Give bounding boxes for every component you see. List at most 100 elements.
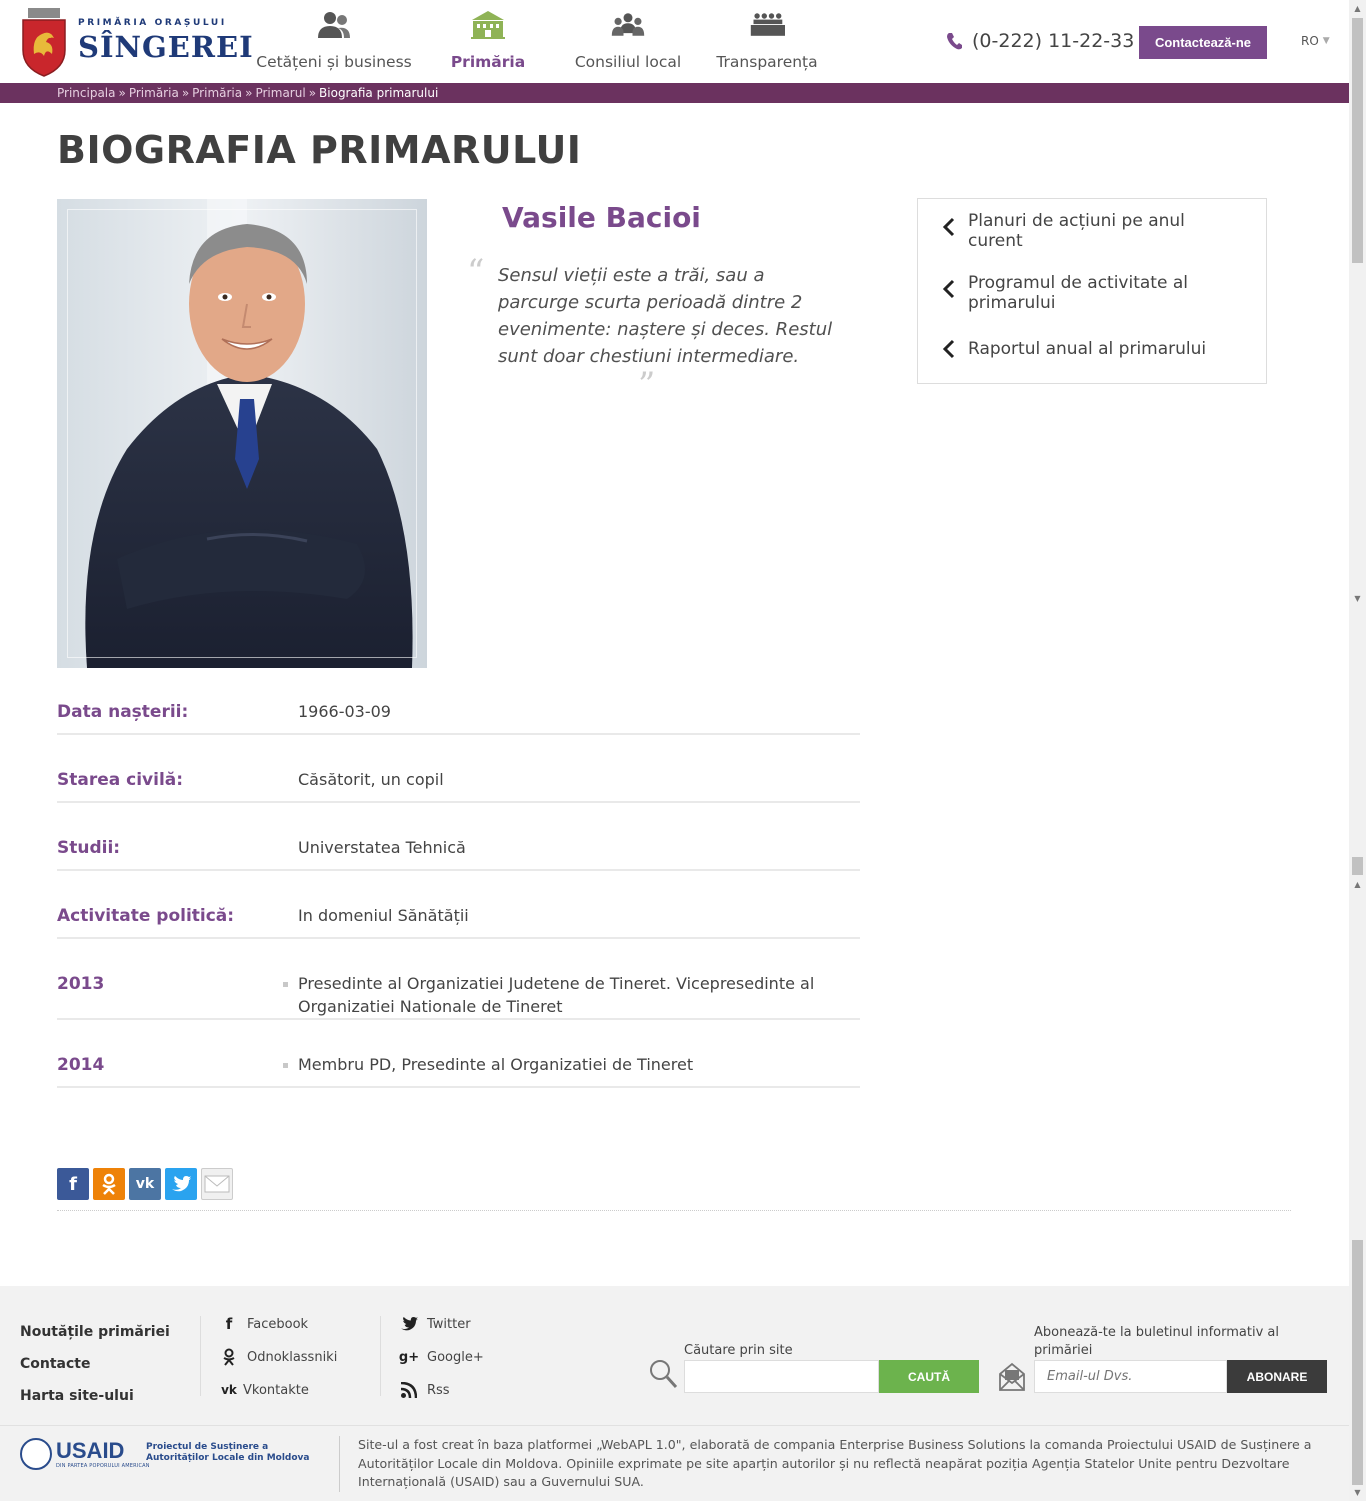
- footer-facebook-link[interactable]: f Facebook: [219, 1314, 308, 1334]
- info-value: Membru PD, Presedinte al Organizatiei de…: [298, 1055, 694, 1074]
- footer-divider: [380, 1316, 381, 1396]
- breadcrumb-current: Biografia primarului: [319, 86, 439, 100]
- newsletter-icon: [999, 1362, 1025, 1391]
- breadcrumb-bar: Principala» Primăria» Primăria» Primarul» Bi…: [0, 83, 1349, 103]
- info-row-political: Activitate politică: In domeniul Sănătăț…: [57, 904, 860, 939]
- sidebar-item-annual-report[interactable]: Raportul anual al primarului: [942, 339, 1242, 359]
- nav-primaria[interactable]: Primăria: [428, 0, 548, 83]
- info-label: Starea civilă:: [57, 770, 184, 790]
- phone-icon: [947, 33, 962, 50]
- mayor-name: Vasile Bacioi: [502, 201, 701, 234]
- footer-odnoklassniki-link[interactable]: Odnoklassniki: [219, 1347, 337, 1367]
- breadcrumb-item[interactable]: Primarul: [255, 86, 305, 100]
- share-bar: f vk: [57, 1168, 233, 1200]
- facebook-share-icon[interactable]: f: [57, 1168, 89, 1200]
- footer-link-contacts[interactable]: Contacte: [20, 1356, 91, 1372]
- social-label: Rss: [427, 1382, 450, 1398]
- info-label: Activitate politică:: [57, 906, 235, 926]
- usaid-seal-icon: [20, 1438, 52, 1470]
- site-footer: Noutățile primăriei Contacte Harta site-…: [0, 1286, 1349, 1501]
- breadcrumb-item[interactable]: Primăria: [129, 86, 179, 100]
- chevron-left-icon: [942, 339, 955, 359]
- site-header: PRIMĂRIA ORAȘULUI SÎNGEREI Cetățeni și b…: [0, 0, 1349, 83]
- social-label: Odnoklassniki: [247, 1349, 338, 1365]
- phone-number: (0-222) 11-22-33: [946, 30, 1134, 52]
- footer-disclaimer: Site-ul a fost creat în baza platformei …: [358, 1437, 1312, 1489]
- odnoklassniki-share-icon[interactable]: [93, 1168, 125, 1200]
- breadcrumb-separator: »: [181, 86, 190, 100]
- mayor-photo: [57, 199, 427, 668]
- nav-consiliul-local[interactable]: Consiliul local: [563, 0, 693, 83]
- nav-label: Primăria: [450, 53, 526, 71]
- scroll-down-icon[interactable]: ▼: [1349, 1484, 1366, 1501]
- footer-top: Noutățile primăriei Contacte Harta site-…: [0, 1286, 1349, 1426]
- scroll-up-icon[interactable]: ▲: [1349, 0, 1366, 17]
- quote-open-icon: “: [467, 252, 485, 292]
- sidebar-item-action-plans[interactable]: Planuri de acțiuni pe anul curent: [942, 211, 1242, 251]
- divider: [57, 1210, 1291, 1211]
- scroll-thumb[interactable]: [1352, 857, 1363, 875]
- sidebar-item-label: Raportul anual al primarului: [968, 339, 1207, 359]
- search-button[interactable]: CAUTĂ: [879, 1360, 979, 1393]
- scroll-up-icon[interactable]: ▲: [1349, 876, 1366, 893]
- sidebar-item-activity-program[interactable]: Programul de activitate al primarului: [942, 273, 1242, 313]
- chevron-left-icon: [942, 217, 955, 237]
- info-label: 2014: [57, 1055, 105, 1075]
- scroll-thumb[interactable]: [1352, 18, 1363, 263]
- usaid-tagline: DIN PARTEA POPORULUI AMERICAN: [56, 1463, 150, 1469]
- footer-divider: [339, 1436, 340, 1492]
- scrollbar[interactable]: ▲ ▼ ▲ ▼: [1349, 0, 1366, 1501]
- odnoklassniki-icon: [219, 1347, 239, 1367]
- vkontakte-icon: vk: [221, 1383, 237, 1397]
- breadcrumb-item[interactable]: Principala: [57, 86, 116, 100]
- sidebar-item-label: Programul de activitate al primarului: [968, 273, 1188, 313]
- footer-vkontakte-link[interactable]: vk Vkontakte: [219, 1380, 309, 1400]
- info-value: In domeniul Sănătății: [298, 906, 469, 925]
- info-row-studies: Studii: Universtatea Tehnică: [57, 836, 860, 871]
- social-label: Facebook: [247, 1316, 309, 1332]
- search-label: Căutare prin site: [684, 1343, 793, 1358]
- coat-of-arms-icon: [22, 8, 66, 77]
- phone-text: (0-222) 11-22-33: [972, 30, 1135, 52]
- nav-citizens-business[interactable]: Cetățeni și business: [254, 0, 414, 83]
- usaid-logo[interactable]: USAID DIN PARTEA POPORULUI AMERICAN Proi…: [20, 1436, 320, 1476]
- scroll-thumb[interactable]: [1352, 1240, 1363, 1485]
- quote-close-icon: ”: [638, 365, 656, 405]
- subscribe-button[interactable]: ABONARE: [1227, 1360, 1327, 1393]
- council-icon: [611, 13, 645, 36]
- email-share-icon[interactable]: [201, 1168, 233, 1200]
- scroll-down-icon[interactable]: ▼: [1349, 590, 1366, 607]
- language-code: RO: [1301, 34, 1319, 48]
- nav-label: Transparența: [716, 53, 818, 71]
- info-value: Universtatea Tehnică: [298, 838, 466, 857]
- breadcrumb-separator: »: [245, 86, 253, 100]
- nav-label: Cetățeni și business: [256, 53, 412, 71]
- search-input[interactable]: [684, 1360, 879, 1393]
- contact-button[interactable]: Contactează-ne: [1139, 26, 1267, 59]
- twitter-share-icon[interactable]: [165, 1168, 197, 1200]
- breadcrumb-item[interactable]: Primăria: [192, 86, 242, 100]
- email-field[interactable]: [1034, 1360, 1227, 1393]
- info-label: Data nașterii:: [57, 702, 189, 722]
- nav-transparenta[interactable]: Transparența: [706, 0, 828, 83]
- subscribe-label: Abonează-te la buletinul informativ al p…: [1034, 1325, 1279, 1358]
- mayor-quote: Sensul vieții este a trăi, sau a parcurg…: [498, 265, 833, 367]
- footer-twitter-link[interactable]: Twitter: [399, 1314, 471, 1334]
- footer-googleplus-link[interactable]: g+ Google+: [399, 1347, 484, 1367]
- chevron-left-icon: [942, 279, 955, 299]
- usaid-project: Proiectul de Susținere a Autorităților L…: [146, 1442, 310, 1463]
- info-value: 1966-03-09: [298, 702, 391, 721]
- logo-title: SÎNGEREI: [78, 30, 254, 64]
- footer-rss-link[interactable]: Rss: [399, 1380, 450, 1400]
- site-logo[interactable]: PRIMĂRIA ORAȘULUI SÎNGEREI: [20, 8, 253, 78]
- language-selector[interactable]: RO ▼: [1301, 34, 1330, 48]
- sidebar-item-label: Planuri de acțiuni pe anul curent: [968, 211, 1185, 251]
- vkontakte-share-icon[interactable]: vk: [129, 1168, 161, 1200]
- footer-link-sitemap[interactable]: Harta site-ului: [20, 1388, 134, 1404]
- info-label: Studii:: [57, 838, 121, 858]
- footer-link-news[interactable]: Noutățile primăriei: [20, 1324, 170, 1340]
- breadcrumb-separator: »: [118, 86, 126, 100]
- sidebar-menu: Planuri de acțiuni pe anul curent Progra…: [917, 198, 1267, 384]
- info-row-2013: 2013 Presedinte al Organizatiei Judetene…: [57, 972, 860, 1020]
- breadcrumb: Principala» Primăria» Primăria» Primarul» Bi…: [57, 86, 438, 100]
